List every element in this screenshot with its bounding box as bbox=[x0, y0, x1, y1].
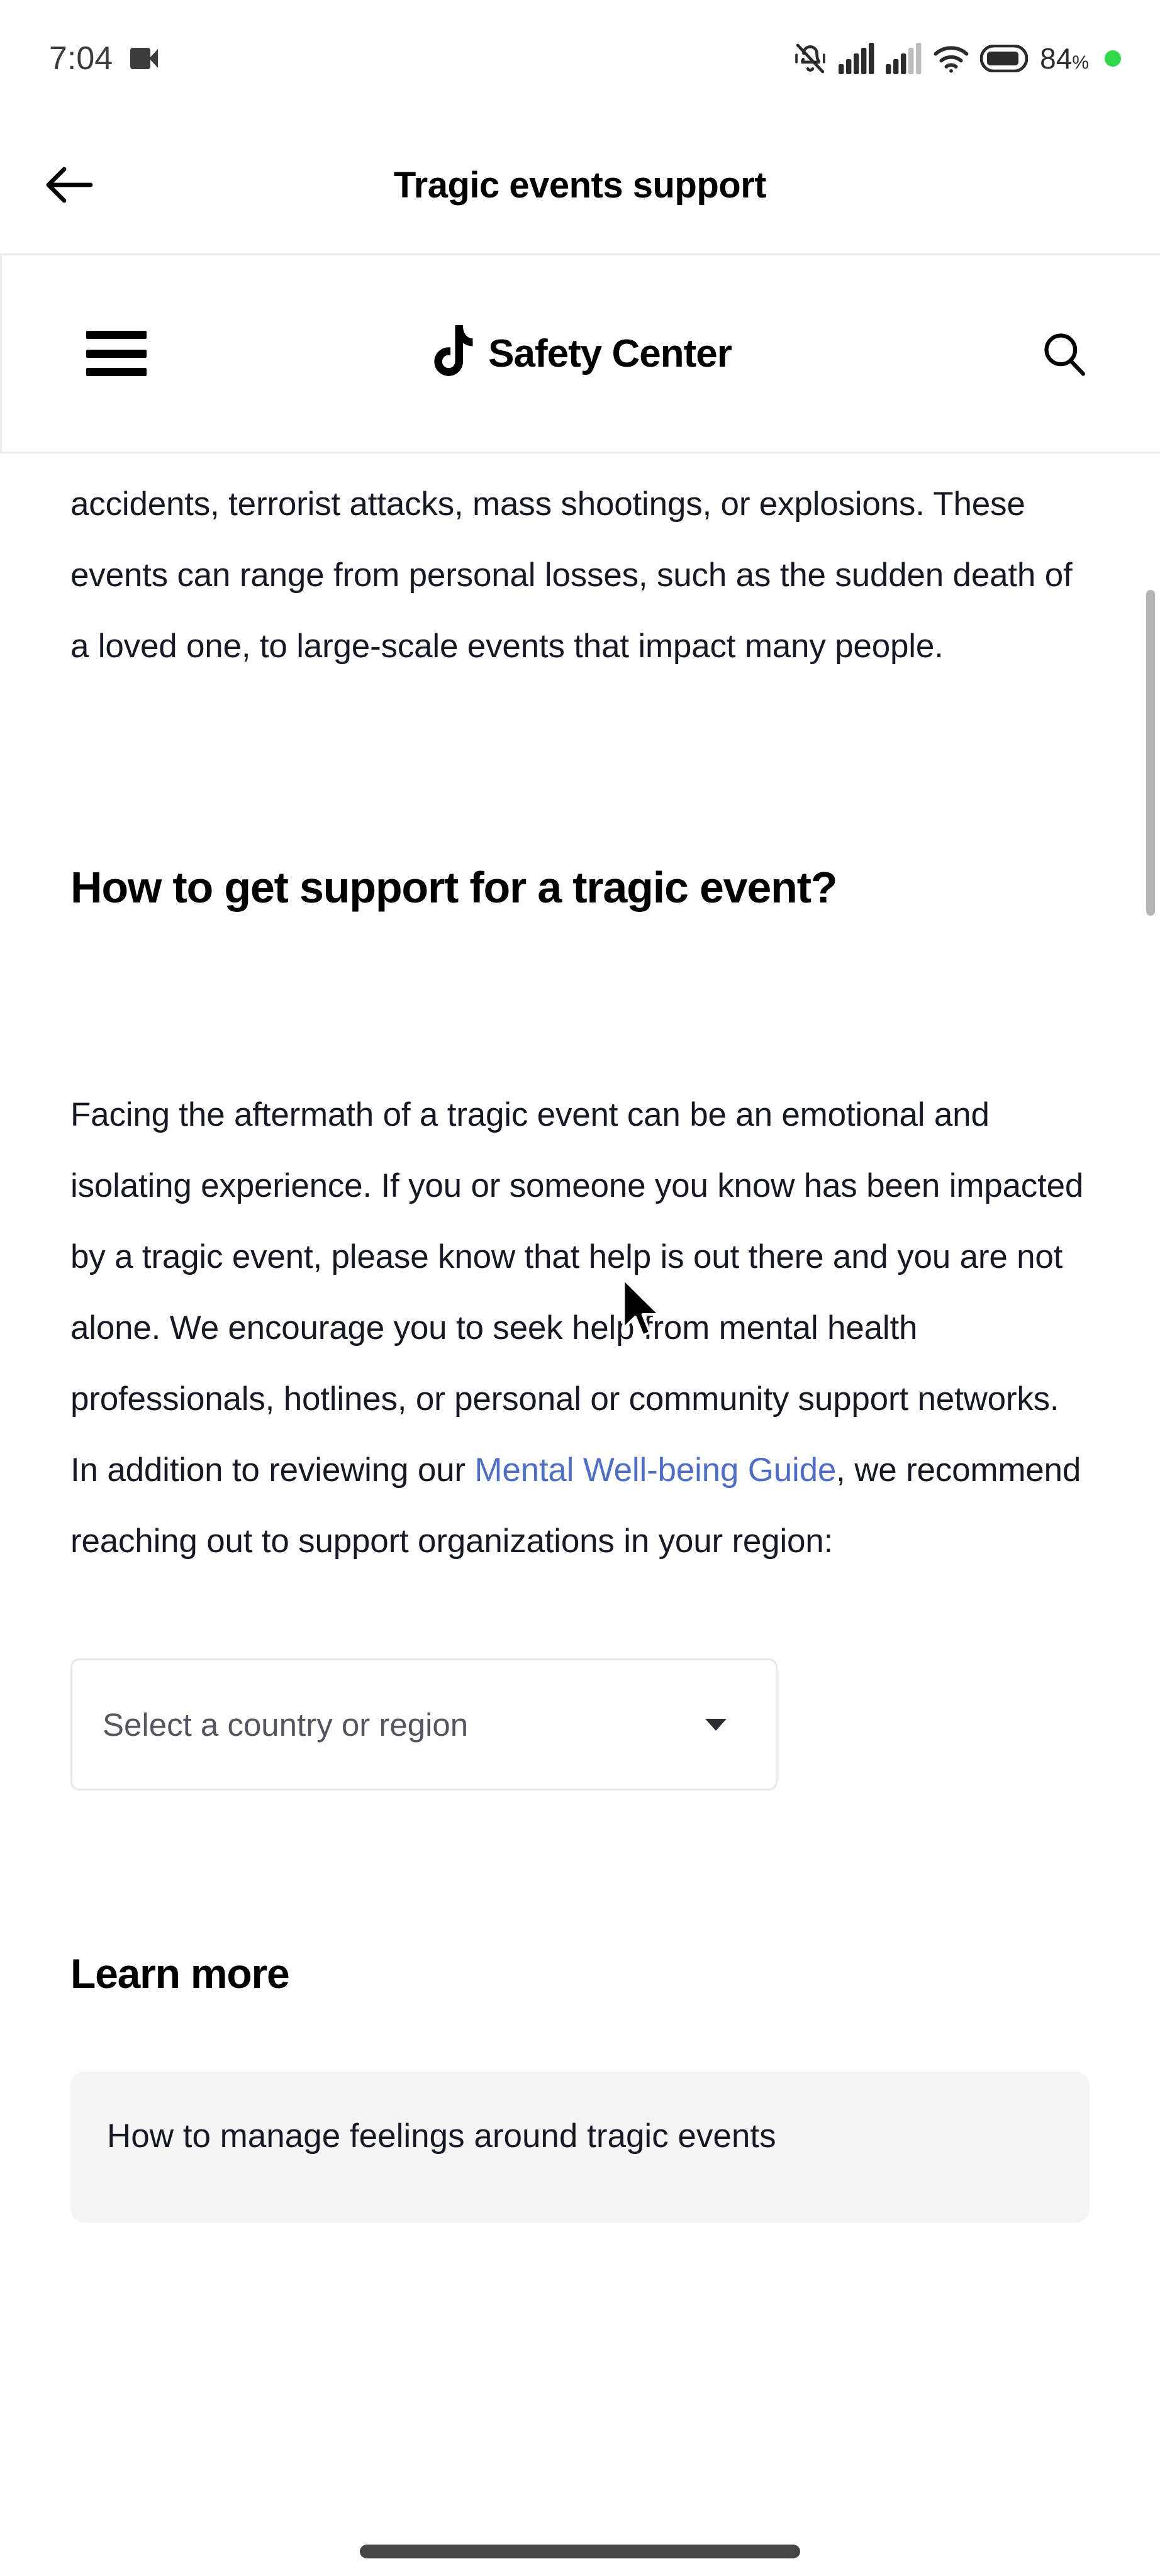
support-paragraph: Facing the aftermath of a tragic event c… bbox=[70, 1079, 1090, 1577]
region-select-value: Select a country or region bbox=[103, 1706, 469, 1743]
chevron-down-icon bbox=[705, 1718, 727, 1731]
page-scrollbar[interactable] bbox=[1146, 453, 1160, 2529]
page-content: accidents, terrorist attacks, mass shoot… bbox=[0, 453, 1160, 2576]
status-clock: 7:04 bbox=[49, 40, 113, 77]
home-indicator-bar bbox=[360, 2545, 800, 2558]
support-paragraph-lead: Facing the aftermath of a tragic event c… bbox=[70, 1096, 1084, 1489]
battery-percentage: 84% bbox=[1040, 42, 1089, 75]
cellular-signal-icon bbox=[839, 42, 875, 74]
safety-center-brand[interactable]: Safety Center bbox=[430, 325, 732, 382]
scrollbar-thumb[interactable] bbox=[1146, 590, 1155, 916]
search-icon[interactable] bbox=[1039, 328, 1090, 379]
intro-paragraph: accidents, terrorist attacks, mass shoot… bbox=[70, 486, 1073, 665]
mental-wellbeing-guide-link[interactable]: Mental Well-being Guide bbox=[474, 1452, 836, 1489]
status-bar: 7:04 84% bbox=[0, 0, 1160, 116]
region-select-dropdown[interactable]: Select a country or region bbox=[70, 1658, 778, 1790]
safety-center-header: Safety Center bbox=[0, 253, 1160, 453]
safety-center-brand-label: Safety Center bbox=[488, 331, 732, 375]
page-title: Tragic events support bbox=[393, 164, 767, 206]
status-bar-right: 84% bbox=[793, 41, 1121, 76]
cellular-signal-secondary-icon bbox=[886, 42, 922, 74]
phone-screen: 7:04 84% Tragic events support Safety Ce… bbox=[0, 0, 1160, 2576]
green-recording-dot bbox=[1105, 50, 1121, 67]
battery-icon bbox=[980, 44, 1029, 72]
tiktok-note-logo-icon bbox=[430, 325, 478, 382]
video-camera-icon bbox=[130, 47, 159, 69]
learn-more-heading: Learn more bbox=[70, 1950, 290, 1997]
section-heading: How to get support for a tragic event? bbox=[70, 863, 838, 912]
bell-muted-icon bbox=[793, 41, 828, 76]
learn-more-card[interactable]: How to manage feelings around tragic eve… bbox=[70, 2072, 1090, 2223]
app-navigation-bar: Tragic events support bbox=[0, 116, 1160, 253]
back-arrow-icon[interactable] bbox=[45, 161, 93, 209]
status-bar-left: 7:04 bbox=[49, 40, 159, 77]
learn-more-card-title: How to manage feelings around tragic eve… bbox=[107, 2118, 776, 2155]
hamburger-menu-icon[interactable] bbox=[86, 331, 147, 376]
wifi-icon bbox=[933, 43, 969, 74]
